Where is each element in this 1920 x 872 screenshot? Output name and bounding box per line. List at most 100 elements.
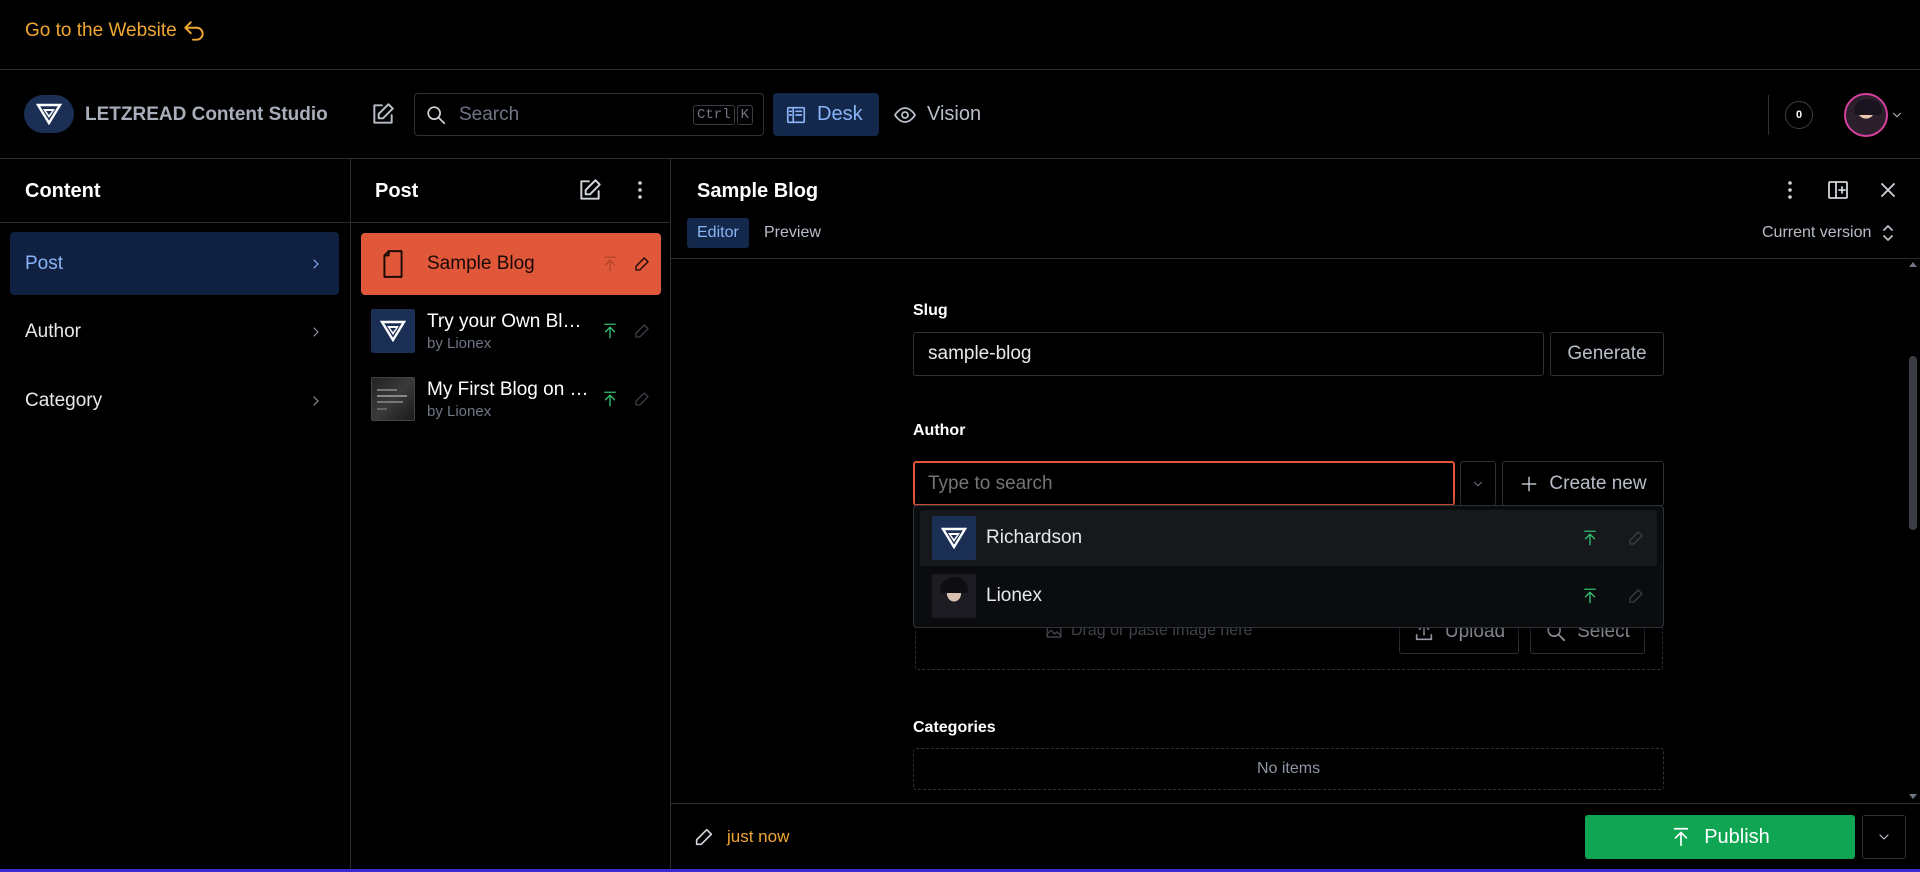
document-thumbnail (371, 242, 415, 286)
go-to-website-link[interactable]: Go to the Website (25, 18, 207, 44)
shortcut-key-k: K (736, 104, 753, 125)
chevron-right-icon (308, 256, 324, 272)
tab-editor[interactable]: Editor (687, 218, 749, 248)
plus-icon (1519, 474, 1539, 494)
close-pane-button[interactable] (1876, 178, 1900, 202)
publish-options-button[interactable] (1862, 815, 1906, 859)
publish-icon (1670, 826, 1692, 848)
document-subtitle: by Lionex (427, 334, 492, 352)
create-new-label: Create new (1549, 472, 1647, 494)
chevron-down-icon (1876, 829, 1892, 845)
categories-empty-list[interactable]: No items (913, 748, 1664, 790)
published-status-icon (601, 390, 619, 408)
document-title: My First Blog on Letzread (427, 378, 589, 400)
slug-input[interactable] (913, 332, 1544, 376)
content-pane-title: Content (25, 180, 101, 202)
publish-button[interactable]: Publish (1585, 815, 1855, 859)
search-icon (425, 104, 447, 126)
edit-status-icon (633, 322, 651, 340)
document-menu-button[interactable] (1778, 178, 1802, 202)
split-pane-button[interactable] (1826, 178, 1850, 202)
published-status-icon (601, 322, 619, 340)
editor-scrollbar-thumb[interactable] (1909, 356, 1917, 530)
author-search-input[interactable] (913, 461, 1455, 506)
more-vertical-icon (628, 177, 652, 203)
split-pane-icon (1826, 178, 1850, 202)
logo-avatar (932, 516, 976, 560)
vision-label: Vision (927, 103, 982, 125)
save-status: just now (693, 826, 789, 848)
published-status-icon (1581, 529, 1599, 547)
desk-tool-button[interactable]: Desk (773, 93, 879, 136)
desk-label: Desk (817, 103, 863, 125)
chevron-down-icon (1890, 108, 1904, 122)
vision-tool-button[interactable]: Vision (893, 93, 981, 136)
eye-icon (893, 103, 917, 127)
user-menu[interactable] (1844, 93, 1904, 137)
document-title-heading: Sample Blog (697, 180, 819, 202)
generate-slug-button[interactable]: Generate (1550, 332, 1664, 376)
return-arrow-icon (181, 18, 207, 44)
scroll-down-arrow-icon[interactable] (1906, 793, 1920, 801)
author-option-name: Richardson (986, 527, 1083, 548)
search-input[interactable] (459, 103, 679, 126)
published-status-icon (601, 255, 619, 273)
edit-status-icon (1627, 529, 1645, 547)
author-options-dropdown: Richardson Lionex (913, 505, 1664, 628)
tab-preview[interactable]: Preview (754, 218, 831, 248)
nav-item-post[interactable]: Post (10, 232, 339, 295)
author-option-richardson[interactable]: Richardson (920, 510, 1657, 566)
nav-item-author[interactable]: Author (10, 300, 339, 363)
author-option-name: Lionex (986, 585, 1042, 606)
publish-label: Publish (1704, 825, 1770, 848)
new-document-button[interactable] (370, 101, 396, 127)
edit-status-icon (1627, 587, 1645, 605)
document-item-sample-blog[interactable]: Sample Blog (361, 233, 661, 295)
content-pane-divider (0, 222, 351, 223)
post-pane-menu-button[interactable] (628, 177, 652, 203)
desk-icon (785, 104, 807, 126)
post-pane-title: Post (375, 180, 419, 202)
editor-scrollbar[interactable] (1906, 259, 1920, 803)
studio-logo[interactable] (24, 95, 74, 133)
edit-status-icon (633, 255, 651, 273)
nav-item-category[interactable]: Category (10, 369, 339, 432)
compose-icon (370, 101, 396, 127)
version-selector[interactable]: Current version (1762, 222, 1895, 244)
compose-icon (577, 177, 603, 203)
author-label: Author (913, 422, 966, 439)
document-title: Try your Own Blog Post (427, 310, 589, 332)
scroll-up-arrow-icon[interactable] (1906, 260, 1920, 268)
global-search[interactable]: Ctrl K (414, 93, 764, 136)
document-subtitle: by Lionex (427, 402, 492, 420)
nav-item-label: Post (25, 252, 64, 274)
post-pane-divider (351, 222, 671, 223)
author-option-lionex[interactable]: Lionex (920, 568, 1657, 624)
search-shortcut: Ctrl K (691, 104, 753, 125)
go-to-website-label: Go to the Website (25, 20, 177, 41)
notification-badge[interactable]: 0 (1785, 101, 1813, 129)
top-banner (0, 0, 1920, 70)
chevron-right-icon (308, 393, 324, 409)
editor-header-divider (671, 258, 1920, 259)
nav-item-label: Author (25, 320, 81, 342)
chevron-right-icon (308, 324, 324, 340)
version-label: Current version (1762, 224, 1872, 241)
chevron-up-down-icon (1881, 222, 1895, 244)
document-item-my-first-blog[interactable]: My First Blog on Letzread by Lionex (361, 368, 661, 430)
studio-title: LETZREAD Content Studio (85, 104, 328, 125)
nav-item-label: Category (25, 389, 103, 411)
author-dropdown-toggle[interactable] (1460, 461, 1496, 506)
create-post-button[interactable] (577, 177, 603, 203)
document-icon (380, 249, 406, 279)
close-icon (1876, 178, 1900, 202)
chevron-down-icon (1471, 477, 1485, 491)
slug-label: Slug (913, 302, 948, 319)
create-new-author-button[interactable]: Create new (1502, 461, 1664, 506)
document-title: Sample Blog (427, 253, 535, 274)
navbar-divider (1768, 95, 1769, 135)
letzread-logo-icon (36, 103, 62, 125)
user-avatar (1844, 93, 1888, 137)
shortcut-key-ctrl: Ctrl (692, 104, 735, 125)
document-item-try-your-own[interactable]: Try your Own Blog Post by Lionex (361, 300, 661, 362)
